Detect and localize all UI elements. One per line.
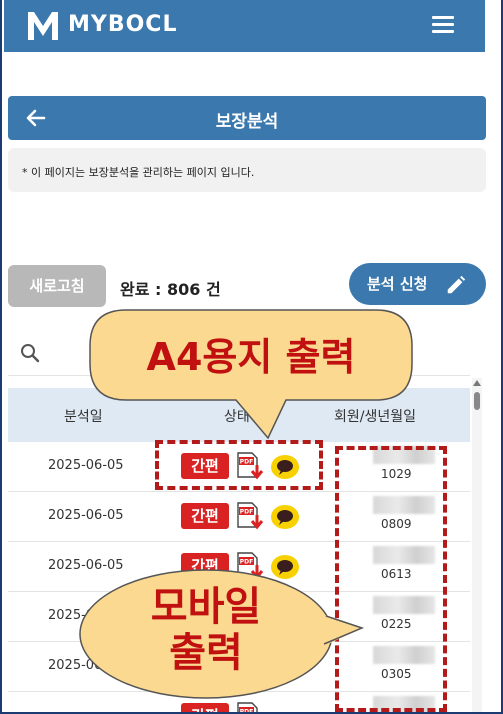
top-nav-bar: MYBOCL xyxy=(4,0,485,52)
apply-analysis-label: 분석 신청 xyxy=(367,275,428,293)
table-scrollbar[interactable] xyxy=(472,378,482,712)
completed-count: 완료 : 806 건 xyxy=(120,280,221,299)
scroll-up-arrow-icon[interactable] xyxy=(473,380,481,386)
svg-text:PDF: PDF xyxy=(240,709,253,714)
app-frame: MYBOCL 보장분석 * 이 페이지는 보장분석을 관리하는 페이지 입니다.… xyxy=(0,0,503,714)
page-header: 보장분석 xyxy=(8,96,486,140)
annotation-label-mobile: 모바일 출력 xyxy=(92,584,320,676)
scroll-thumb[interactable] xyxy=(474,392,480,410)
refresh-button[interactable]: 새로고침 xyxy=(8,265,106,307)
pdf-download-icon[interactable]: PDF xyxy=(236,701,264,714)
status-badge: 간편 xyxy=(181,703,229,712)
pencil-icon xyxy=(447,275,466,294)
svg-text:PDF: PDF xyxy=(240,559,253,566)
kakaotalk-share-icon[interactable] xyxy=(270,504,300,530)
logo-m-icon xyxy=(28,12,58,40)
page-title: 보장분석 xyxy=(215,112,279,132)
annotation-label-mobile-line2: 출력 xyxy=(169,630,243,676)
row-date: 2025-06-05 xyxy=(48,508,124,523)
annotation-highlight-a4 xyxy=(155,440,323,490)
hamburger-menu-icon[interactable] xyxy=(432,16,454,34)
pdf-download-icon[interactable]: PDF xyxy=(236,501,264,531)
status-badge: 간편 xyxy=(181,503,229,529)
svg-text:PDF: PDF xyxy=(240,509,253,516)
search-icon[interactable] xyxy=(20,343,40,363)
apply-analysis-button[interactable]: 분석 신청 xyxy=(349,263,486,305)
row-date: 2025-06-05 xyxy=(48,458,124,473)
annotation-label-mobile-line1: 모바일 xyxy=(150,584,262,630)
logo-text: MYBOCL xyxy=(68,12,178,37)
notice-box: * 이 페이지는 보장분석을 관리하는 페이지 입니다. xyxy=(8,148,486,192)
annotation-label-a4: A4용지 출력 xyxy=(146,335,356,379)
